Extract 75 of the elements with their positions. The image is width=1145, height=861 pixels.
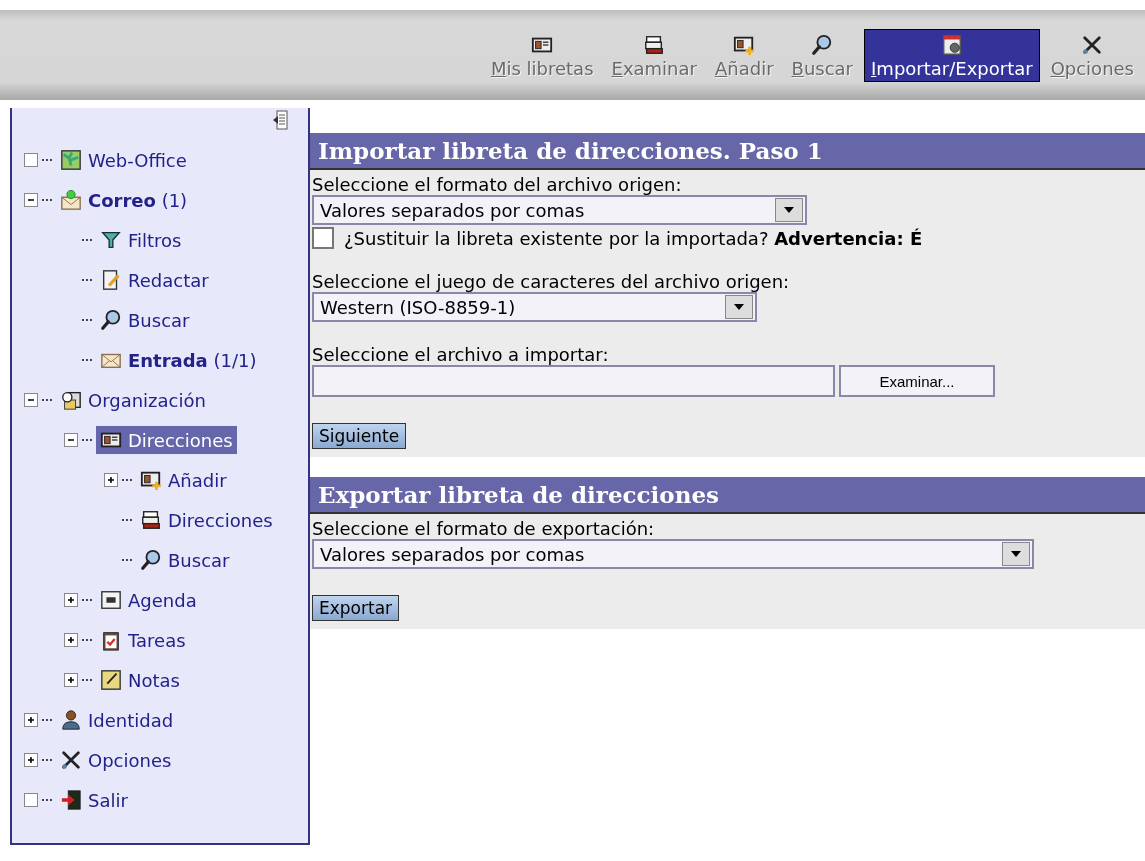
note-icon [100,669,122,691]
field-label: Seleccione el formato del archivo origen: [312,174,683,195]
plus-icon [26,715,36,725]
add-card-icon [140,469,162,491]
book-stack-icon [643,33,666,56]
plus-icon [106,475,116,485]
section-header: Importar libreta de direcciones. Paso 1 [310,133,1145,170]
tree-toggle[interactable] [24,393,38,407]
tree-item[interactable]: Salir [56,786,132,814]
export-button[interactable]: Exportar [312,595,400,621]
toolbar-button[interactable]: Buscar [784,28,861,82]
tree-item[interactable]: Notas [96,666,184,694]
exit-door-icon [60,789,82,811]
tree-item[interactable]: Añadir [136,466,231,494]
plus-icon [66,635,76,645]
field-label: Seleccione el juego de caracteres del archivo origen: [312,271,791,292]
tree-item[interactable]: Buscar [136,546,234,574]
tree-item[interactable]: Organización [56,386,210,414]
tree-item[interactable]: Buscar [96,306,194,334]
plus-icon [66,675,76,685]
browse-button[interactable]: Examinar... [839,365,995,397]
settings-icon [1081,33,1104,56]
tree-toggle[interactable] [64,593,78,607]
tree-item[interactable]: Direcciones [136,506,277,534]
checkbox-label: ¿Sustituir la libreta existente por la importada? Advertencia: É [344,227,923,249]
toolbar-button[interactable]: Examinar [604,28,704,82]
tree-item[interactable]: Entrada (1/1) [96,346,261,374]
section-header: Exportar libreta de direcciones [310,477,1145,514]
tree-toggle[interactable] [24,713,38,727]
filter-icon [100,229,122,251]
person-icon [60,709,82,731]
tree-item[interactable]: Web-Office [56,146,191,174]
tree-toggle[interactable] [24,153,38,167]
tree-toggle[interactable] [24,193,38,207]
toolbar-button[interactable]: Opciones [1043,28,1141,82]
settings-icon [60,749,82,771]
checkbox[interactable] [312,227,334,249]
tree-toggle[interactable] [104,473,118,487]
plus-icon [66,595,76,605]
tree-item[interactable]: Filtros [96,226,186,254]
tree-toggle[interactable] [64,673,78,687]
tree-item[interactable]: Identidad [56,706,178,734]
next-button[interactable]: Siguiente [312,423,407,449]
book-stack-icon [140,509,162,531]
tree-item[interactable]: Tareas [96,626,190,654]
tree-item[interactable]: Redactar [96,266,213,294]
mail-icon [60,189,82,211]
tree-item[interactable]: Agenda [96,586,201,614]
map-icon [60,149,82,171]
compose-icon [100,269,122,291]
import-export-icon [940,33,963,56]
tree-toggle[interactable] [64,633,78,647]
clipboard-icon [100,629,122,651]
tree-toggle[interactable] [64,433,78,447]
export-format-select[interactable]: Valores separados por comas [312,539,1034,569]
file-input-field[interactable] [312,365,835,397]
tree-toggle[interactable] [24,793,38,807]
charset-select[interactable]: Western (ISO-8859-1) [312,292,757,322]
organizer-icon [60,389,82,411]
search-icon [100,309,122,331]
tree-item[interactable]: Opciones [56,746,176,774]
tree-toggle[interactable] [24,753,38,767]
tree-item[interactable]: Direcciones [96,426,237,454]
field-label: Seleccione el archivo a importar: [312,344,610,365]
calendar-icon [100,589,122,611]
toolbar-button[interactable]: Añadir [707,28,781,82]
plus-icon [26,755,36,765]
tree-item[interactable]: Correo (1) [56,186,192,214]
toolbar-button[interactable]: Mis libretas [483,28,601,82]
toolbar-button[interactable]: Importar/Exportar [864,28,1040,82]
field-label: Seleccione el formato de exportación: [312,518,656,539]
format-select[interactable]: Valores separados por comas [312,195,807,225]
collapse-icon[interactable] [272,110,288,130]
search-icon [140,549,162,571]
search-icon [811,33,834,56]
